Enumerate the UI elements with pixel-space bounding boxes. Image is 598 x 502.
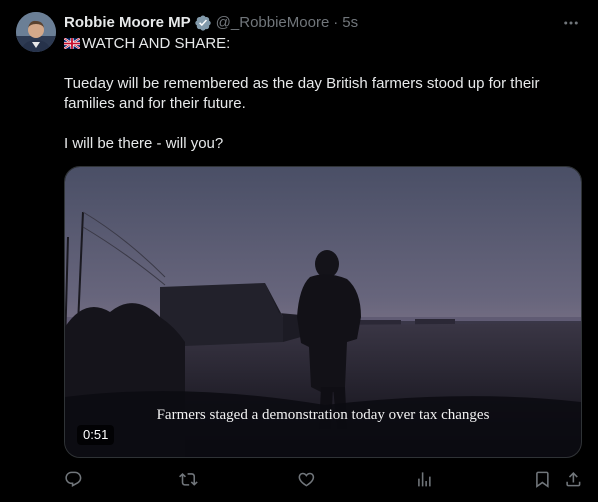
more-options-icon[interactable] — [560, 12, 582, 34]
verified-badge-icon[interactable] — [194, 14, 212, 32]
tweet-line-1-text: WATCH AND SHARE: — [82, 35, 231, 52]
video-duration: 0:51 — [77, 425, 115, 445]
tweet-header: Robbie Moore MP @_RobbieMoore · 5s — [64, 13, 582, 33]
bookmark-icon[interactable] — [533, 470, 553, 490]
tweet-line-1: WATCH AND SHARE: — [64, 34, 584, 54]
video-caption: Farmers staged a demonstration today ove… — [156, 407, 490, 423]
action-bar — [64, 466, 584, 494]
author-handle[interactable]: @_RobbieMoore — [216, 13, 330, 33]
avatar[interactable] — [16, 12, 56, 52]
display-name[interactable]: Robbie Moore MP — [64, 13, 191, 33]
like-icon[interactable] — [297, 470, 317, 490]
retweet-icon[interactable] — [179, 470, 199, 490]
tweet-paragraph-3: I will be there - will you? — [64, 135, 224, 152]
share-icon[interactable] — [564, 470, 584, 490]
tweet[interactable]: Robbie Moore MP @_RobbieMoore · 5s WATCH… — [0, 0, 598, 502]
tweet-paragraph-2: Tueday will be remembered as the day Bri… — [64, 75, 540, 112]
uk-flag-icon — [64, 38, 80, 49]
video-player[interactable]: Farmers staged a demonstration today ove… — [64, 166, 582, 458]
views-icon[interactable] — [415, 470, 435, 490]
timestamp[interactable]: 5s — [342, 13, 358, 33]
tweet-text: WATCH AND SHARE: Tueday will be remember… — [64, 34, 584, 154]
reply-icon[interactable] — [64, 470, 84, 490]
separator-dot: · — [333, 14, 339, 31]
